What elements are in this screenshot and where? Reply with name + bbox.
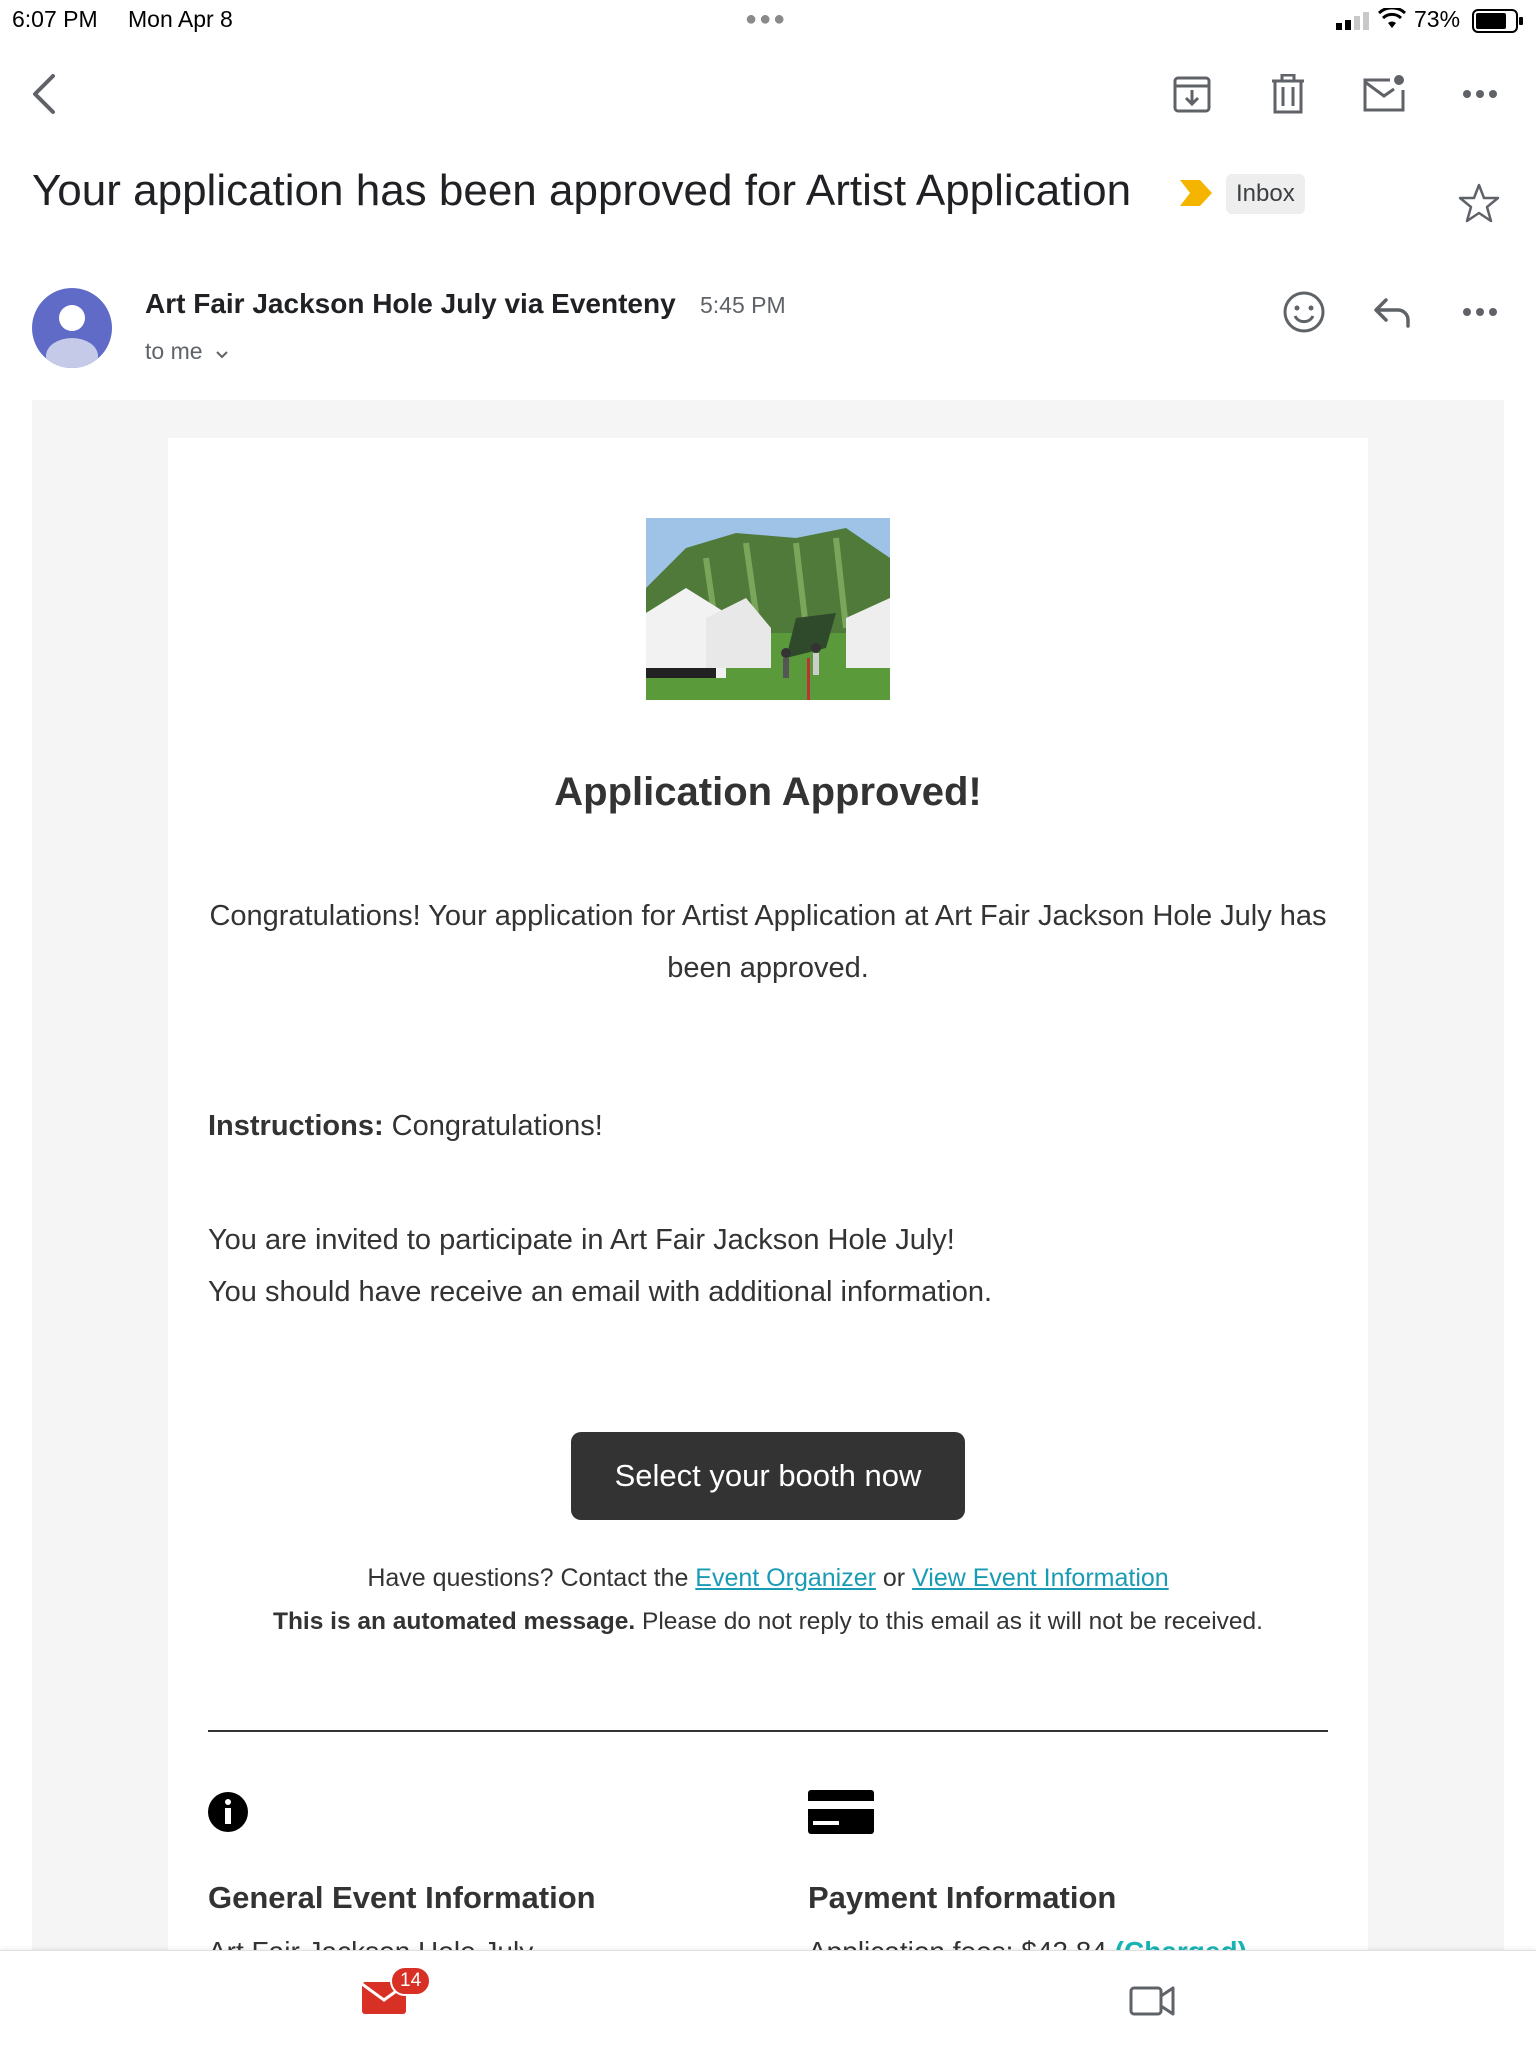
unread-count-badge: 14 bbox=[390, 1966, 432, 1996]
battery-icon bbox=[1472, 9, 1523, 33]
meet-video-icon[interactable] bbox=[1128, 1982, 1176, 2018]
questions-or: or bbox=[875, 1564, 913, 1592]
invite-line-2: You should have receive an email with ad… bbox=[208, 1276, 993, 1308]
section-divider bbox=[208, 1730, 1328, 1732]
info-icon bbox=[208, 1792, 248, 1832]
archive-icon[interactable] bbox=[1168, 70, 1216, 118]
instructions-text: Instructions: Congratulations! bbox=[208, 1110, 603, 1143]
bottom-navigation-bar bbox=[0, 1950, 1536, 2048]
recipient-details-toggle[interactable]: to me bbox=[145, 338, 229, 366]
cellular-signal-icon bbox=[1336, 12, 1369, 30]
general-event-info-heading: General Event Information bbox=[208, 1880, 596, 1915]
event-hero-image bbox=[646, 518, 890, 700]
select-booth-button[interactable]: Select your booth now bbox=[571, 1432, 965, 1520]
status-time: 6:07 PM bbox=[12, 6, 98, 32]
emoji-reaction-icon[interactable] bbox=[1280, 288, 1328, 336]
message-more-options-icon[interactable] bbox=[1456, 288, 1504, 336]
mark-unread-icon[interactable] bbox=[1360, 70, 1408, 118]
payment-info-heading: Payment Information bbox=[808, 1880, 1117, 1915]
instructions-label: Instructions: bbox=[208, 1110, 384, 1142]
congratulations-text: Congratulations! Your application for Ar… bbox=[209, 900, 1327, 984]
invitation-text: You are invited to participate in Art Fa… bbox=[208, 1214, 992, 1318]
view-event-information-link[interactable]: View Event Information bbox=[912, 1564, 1169, 1592]
status-bar: 6:07 PM Mon Apr 8 ●●● 73% bbox=[0, 0, 1536, 40]
status-date: Mon Apr 8 bbox=[128, 6, 233, 32]
event-organizer-link[interactable]: Event Organizer bbox=[695, 1564, 876, 1592]
credit-card-icon bbox=[808, 1790, 874, 1834]
automated-notice-bold: This is an automated message. bbox=[273, 1608, 636, 1635]
automated-notice-rest: Please do not reply to this email as it … bbox=[635, 1608, 1263, 1635]
wifi-icon bbox=[1378, 8, 1406, 28]
reply-icon[interactable] bbox=[1368, 288, 1416, 336]
email-subject: Your application has been approved for A… bbox=[32, 166, 1132, 215]
battery-percentage: 73% bbox=[1414, 6, 1461, 32]
instructions-value: Congratulations! bbox=[383, 1110, 603, 1142]
sent-time: 5:45 PM bbox=[700, 292, 786, 318]
inbox-label-chip[interactable]: Inbox bbox=[1226, 174, 1305, 214]
contact-text: Have questions? Contact the Event Organi… bbox=[168, 1564, 1368, 1593]
trash-icon[interactable] bbox=[1264, 70, 1312, 118]
sender-avatar[interactable] bbox=[32, 288, 112, 368]
invite-line-1: You are invited to participate in Art Fa… bbox=[208, 1224, 955, 1256]
more-options-icon[interactable] bbox=[1456, 70, 1504, 118]
email-toolbar bbox=[0, 60, 1536, 130]
star-icon[interactable] bbox=[1458, 182, 1500, 224]
importance-marker-icon[interactable] bbox=[1178, 178, 1214, 208]
back-icon[interactable] bbox=[20, 70, 68, 118]
questions-prefix: Have questions? Contact the bbox=[367, 1564, 696, 1592]
chevron-down-icon bbox=[215, 339, 229, 366]
recipient-label: to me bbox=[145, 338, 203, 364]
multitasking-dots-icon[interactable]: ●●● bbox=[745, 8, 787, 31]
email-title: Application Approved! bbox=[554, 770, 982, 814]
sender-name[interactable]: Art Fair Jackson Hole July via Eventeny bbox=[145, 288, 676, 320]
automated-message-notice: This is an automated message. Please do … bbox=[168, 1608, 1368, 1636]
